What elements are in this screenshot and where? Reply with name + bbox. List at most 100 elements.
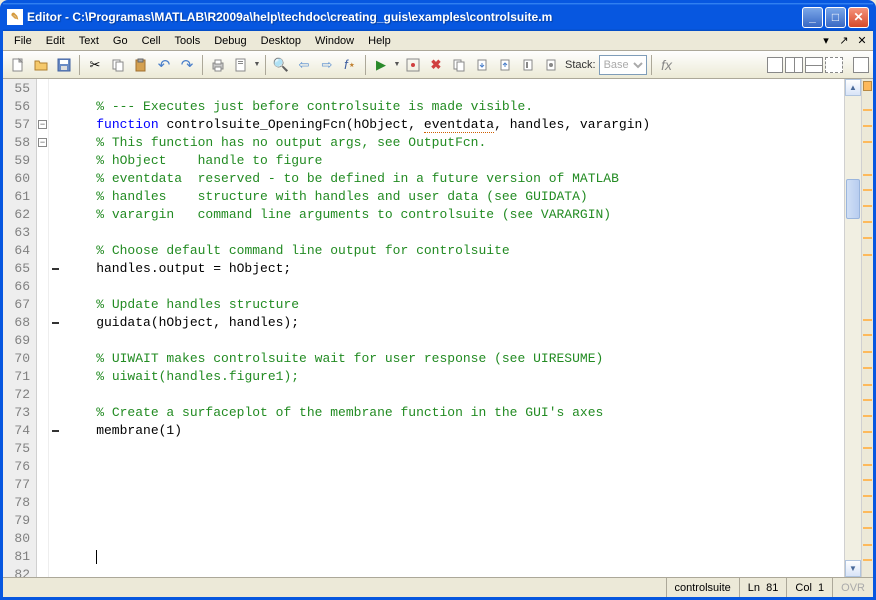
executable-line-marker[interactable] <box>52 268 59 270</box>
analyzer-marker[interactable] <box>863 141 872 143</box>
code-line[interactable] <box>65 512 844 530</box>
analyzer-marker[interactable] <box>863 479 872 481</box>
menu-go[interactable]: Go <box>106 33 135 49</box>
code-line[interactable] <box>65 224 844 242</box>
code-editor[interactable]: % --- Executes just before controlsuite … <box>63 79 844 577</box>
analyzer-marker[interactable] <box>863 527 872 529</box>
analyzer-marker[interactable] <box>863 205 872 207</box>
publish-button[interactable] <box>230 54 252 76</box>
code-line[interactable]: % varargin command line arguments to con… <box>65 206 844 224</box>
vertical-scrollbar[interactable]: ▲ ▼ <box>844 79 861 577</box>
menu-file[interactable]: File <box>7 33 39 49</box>
menu-cell[interactable]: Cell <box>135 33 168 49</box>
code-line[interactable] <box>65 494 844 512</box>
code-line[interactable] <box>65 530 844 548</box>
code-line[interactable] <box>65 566 844 577</box>
layout-single-button[interactable] <box>767 57 783 73</box>
menu-help[interactable]: Help <box>361 33 398 49</box>
minimize-button[interactable]: _ <box>802 7 823 28</box>
copy-button[interactable] <box>107 54 129 76</box>
code-line[interactable] <box>65 332 844 350</box>
close-button[interactable]: ✕ <box>848 7 869 28</box>
undock-icon[interactable]: ↗ <box>837 34 851 48</box>
code-line[interactable]: % This function has no output args, see … <box>65 134 844 152</box>
menu-window[interactable]: Window <box>308 33 361 49</box>
publish-dropdown[interactable]: ▼ <box>253 54 261 76</box>
function-hint-button[interactable]: fx <box>656 54 678 76</box>
executable-line-marker[interactable] <box>52 430 59 432</box>
run-button[interactable]: ▶ <box>370 54 392 76</box>
analyzer-marker[interactable] <box>863 431 872 433</box>
save-button[interactable] <box>53 54 75 76</box>
code-line[interactable] <box>65 440 844 458</box>
code-line[interactable]: % Update handles structure <box>65 296 844 314</box>
fold-toggle[interactable]: − <box>38 120 47 129</box>
analyzer-marker[interactable] <box>863 319 872 321</box>
code-line[interactable]: % Create a surfaceplot of the membrane f… <box>65 404 844 422</box>
line-number-gutter[interactable]: 5556575859606162636465666768697071727374… <box>3 79 37 577</box>
menu-edit[interactable]: Edit <box>39 33 72 49</box>
code-line[interactable] <box>65 278 844 296</box>
analyzer-marker[interactable] <box>863 367 872 369</box>
scroll-up-button[interactable]: ▲ <box>845 79 861 96</box>
analyzer-marker[interactable] <box>863 254 872 256</box>
analyzer-summary-icon[interactable] <box>863 81 872 91</box>
menu-text[interactable]: Text <box>72 33 106 49</box>
exit-debug-button[interactable]: ✖ <box>425 54 447 76</box>
open-file-button[interactable] <box>30 54 52 76</box>
menu-desktop[interactable]: Desktop <box>254 33 308 49</box>
run-dropdown[interactable]: ▼ <box>393 54 401 76</box>
paste-button[interactable] <box>130 54 152 76</box>
analyzer-marker[interactable] <box>863 544 872 546</box>
analyzer-marker[interactable] <box>863 125 872 127</box>
analyzer-marker[interactable] <box>863 221 872 223</box>
analyzer-marker[interactable] <box>863 415 872 417</box>
layout-left-right-button[interactable] <box>785 57 803 73</box>
code-line[interactable] <box>65 80 844 98</box>
titlebar[interactable]: ✎ Editor - C:\Programas\MATLAB\R2009a\he… <box>3 3 873 31</box>
code-line[interactable]: handles.output = hObject; <box>65 260 844 278</box>
code-line[interactable]: % UIWAIT makes controlsuite wait for use… <box>65 350 844 368</box>
analyzer-marker[interactable] <box>863 447 872 449</box>
dock-icon[interactable]: ▾ <box>819 34 833 48</box>
continue-button[interactable] <box>517 54 539 76</box>
layout-float-button[interactable] <box>825 57 843 73</box>
code-line[interactable]: guidata(hObject, handles); <box>65 314 844 332</box>
status-ovr[interactable]: OVR <box>832 578 873 597</box>
code-line[interactable] <box>65 476 844 494</box>
new-file-button[interactable] <box>7 54 29 76</box>
undo-button[interactable]: ↶ <box>153 54 175 76</box>
cut-button[interactable]: ✂ <box>84 54 106 76</box>
analyzer-marker[interactable] <box>863 384 872 386</box>
code-analyzer-strip[interactable] <box>861 79 873 577</box>
fold-toggle[interactable]: − <box>38 138 47 147</box>
executable-line-marker[interactable] <box>52 322 59 324</box>
analyzer-marker[interactable] <box>863 109 872 111</box>
close-doc-icon[interactable]: ✕ <box>855 34 869 48</box>
code-line[interactable]: membrane(1) <box>65 422 844 440</box>
code-line[interactable]: function controlsuite_OpeningFcn(hObject… <box>65 116 844 134</box>
analyzer-marker[interactable] <box>863 511 872 513</box>
analyzer-marker[interactable] <box>863 189 872 191</box>
code-line[interactable]: % eventdata reserved - to be defined in … <box>65 170 844 188</box>
code-line[interactable]: % --- Executes just before controlsuite … <box>65 98 844 116</box>
menu-tools[interactable]: Tools <box>168 33 208 49</box>
code-line[interactable]: % hObject handle to figure <box>65 152 844 170</box>
analyzer-marker[interactable] <box>863 559 872 561</box>
go-back-button[interactable]: ⇦ <box>293 54 315 76</box>
menu-debug[interactable]: Debug <box>207 33 253 49</box>
print-button[interactable] <box>207 54 229 76</box>
run-cell-button[interactable] <box>402 54 424 76</box>
analyzer-marker[interactable] <box>863 399 872 401</box>
code-line[interactable]: % uiwait(handles.figure1); <box>65 368 844 386</box>
analyzer-marker[interactable] <box>863 334 872 336</box>
analyzer-marker[interactable] <box>863 495 872 497</box>
find-button[interactable]: 🔍 <box>270 54 292 76</box>
go-forward-button[interactable]: ⇨ <box>316 54 338 76</box>
code-line[interactable] <box>65 548 844 566</box>
breakpoint-column[interactable] <box>49 79 63 577</box>
layout-top-bottom-button[interactable] <box>805 57 823 73</box>
code-line[interactable]: % Choose default command line output for… <box>65 242 844 260</box>
analyzer-marker[interactable] <box>863 464 872 466</box>
analyzer-marker[interactable] <box>863 351 872 353</box>
